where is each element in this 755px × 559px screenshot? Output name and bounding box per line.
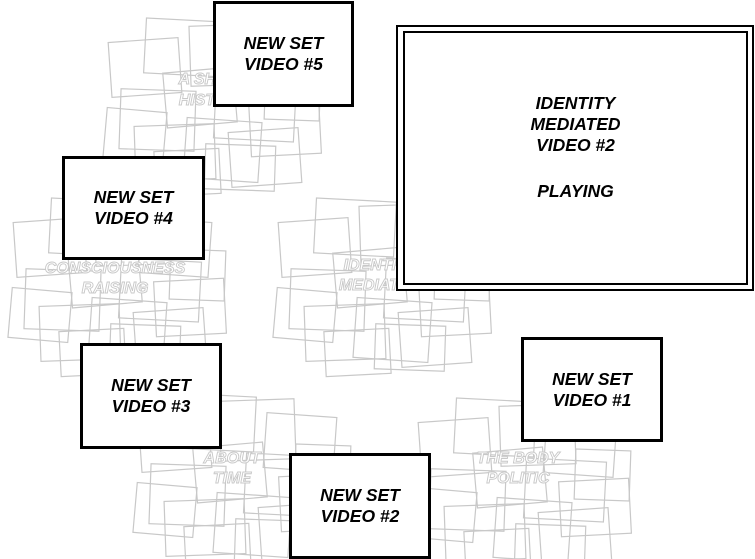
video-5-box[interactable]: NEW SET VIDEO #5 (213, 1, 354, 107)
video-1-box[interactable]: NEW SET VIDEO #1 (521, 337, 663, 442)
set-label: CONSCIOUSNESS (45, 260, 186, 277)
set-card-outline (522, 457, 608, 523)
video-label-line2: VIDEO #1 (552, 389, 632, 410)
main-video-frame: IDENTITY MEDIATED VIDEO #2 PLAYING (403, 31, 748, 285)
video-label-line1: NEW SET (552, 368, 632, 389)
set-label: RAISING (82, 280, 149, 297)
set-card-outline (227, 126, 303, 189)
video-3-box[interactable]: NEW SET VIDEO #3 (80, 343, 222, 449)
main-video-player[interactable]: IDENTITY MEDIATED VIDEO #2 PLAYING (396, 25, 754, 291)
video-label-line1: NEW SET (243, 33, 324, 53)
video-label-line1: NEW SET (111, 375, 191, 395)
video-4-box[interactable]: NEW SET VIDEO #4 (62, 156, 205, 260)
video-label-line2: VIDEO #2 (320, 506, 400, 526)
set-card-outline (443, 503, 527, 559)
video-label-line1: NEW SET (93, 187, 174, 207)
video-label-line2: VIDEO #4 (94, 208, 173, 228)
main-video-title-line: VIDEO #2 (536, 135, 615, 155)
set-label: ABOUT (203, 450, 262, 467)
video-label-line2: VIDEO #5 (244, 54, 323, 74)
main-video-title: IDENTITY MEDIATED VIDEO #2 (530, 93, 620, 156)
set-card-outline (303, 303, 387, 362)
playing-status: PLAYING (537, 181, 614, 201)
set-label: THE BODY (477, 450, 561, 467)
video-label-line1: NEW SET (320, 485, 400, 505)
video-2-box[interactable]: NEW SET VIDEO #2 (289, 453, 431, 559)
main-video-title-line: MEDIATED (530, 114, 621, 134)
set-card-outline (537, 506, 613, 559)
set-card-outline (397, 306, 473, 369)
set-card-outline (152, 277, 228, 338)
set-card-outline (557, 477, 633, 538)
set-label: TIME (213, 470, 253, 487)
main-video-title-line: IDENTITY (535, 93, 616, 113)
diagram-canvas: A SHORTHISTORYCONSCIOUSNESSRAISINGABOUTT… (0, 0, 755, 559)
set-card-outline (23, 268, 102, 332)
set-label: POLITIC (486, 470, 550, 487)
video-label-line2: VIDEO #3 (111, 396, 191, 416)
set-card-outline (163, 498, 247, 557)
